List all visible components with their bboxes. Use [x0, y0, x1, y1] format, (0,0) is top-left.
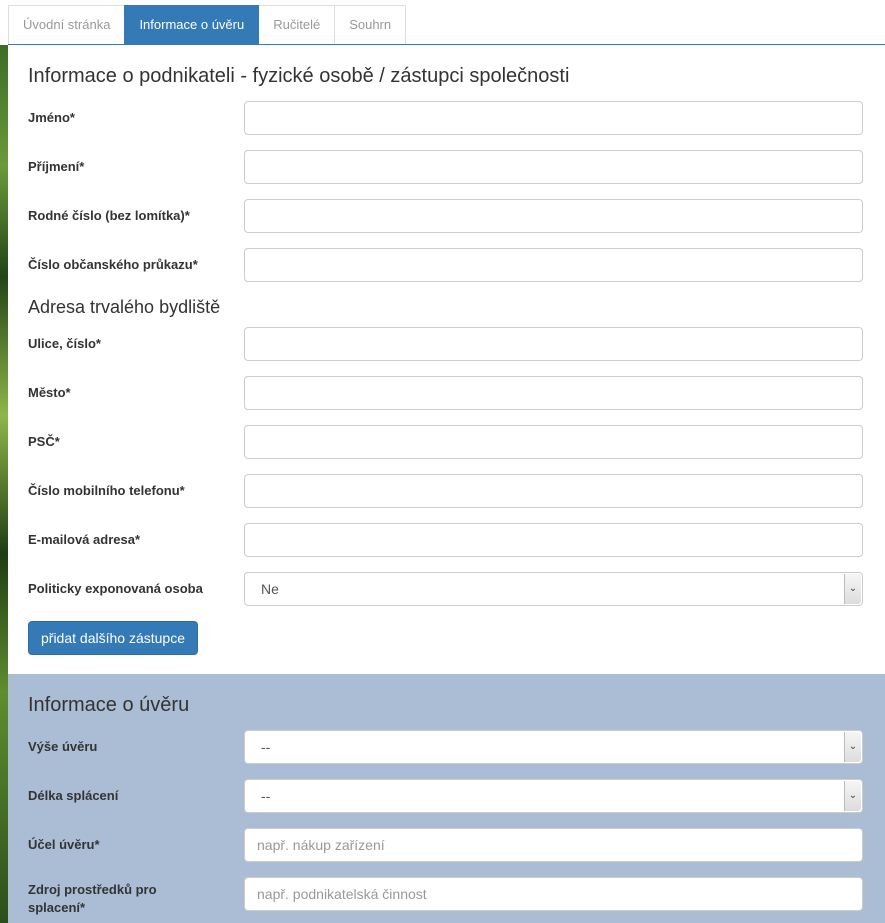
- loan-amount-row: Výše úvěru -- ⌄: [28, 730, 863, 764]
- loan-amount-label: Výše úvěru: [28, 739, 98, 754]
- repayment-source-input[interactable]: [244, 877, 863, 911]
- id-card-label: Číslo občanského průkazu*: [28, 257, 198, 272]
- loan-term-value: --: [261, 788, 271, 804]
- add-representative-button[interactable]: přidat dalšího zástupce: [28, 621, 198, 655]
- chevron-down-icon[interactable]: ⌄: [844, 781, 861, 811]
- first-name-row: Jméno*: [28, 101, 863, 135]
- last-name-label: Příjmení*: [28, 159, 85, 174]
- email-row: E-mailová adresa*: [28, 523, 863, 557]
- id-card-row: Číslo občanského průkazu*: [28, 248, 863, 282]
- birth-number-input[interactable]: [244, 199, 863, 233]
- street-input[interactable]: [244, 327, 863, 361]
- chevron-down-icon[interactable]: ⌄: [844, 732, 861, 762]
- repayment-source-label: Zdroj prostředků pro splacení*: [28, 881, 238, 917]
- mobile-label: Číslo mobilního telefonu*: [28, 483, 185, 498]
- tab-uvodni-stranka[interactable]: Úvodní stránka: [8, 5, 126, 45]
- birth-number-row: Rodné číslo (bez lomítka)*: [28, 199, 863, 233]
- id-card-input[interactable]: [244, 248, 863, 282]
- city-row: Město*: [28, 376, 863, 410]
- zip-input[interactable]: [244, 425, 863, 459]
- loan-purpose-input[interactable]: [244, 828, 863, 862]
- birth-number-label: Rodné číslo (bez lomítka)*: [28, 208, 190, 223]
- pep-label: Politicky exponovaná osoba: [28, 581, 203, 596]
- street-row: Ulice, číslo*: [28, 327, 863, 361]
- mobile-row: Číslo mobilního telefonu*: [28, 474, 863, 508]
- loan-amount-value: --: [261, 739, 271, 755]
- loan-term-row: Délka splácení -- ⌄: [28, 779, 863, 813]
- person-panel: Informace o podnikateli - fyzické osobě …: [8, 44, 885, 674]
- loan-panel: Informace o úvěru Výše úvěru -- ⌄ Délka …: [8, 674, 885, 923]
- pep-select[interactable]: Ne ⌄: [244, 572, 863, 606]
- wizard-tabs: Úvodní stránka Informace o úvěru Ručitel…: [8, 5, 407, 45]
- mobile-input[interactable]: [244, 474, 863, 508]
- repayment-source-label-line2: splacení*: [28, 900, 86, 915]
- email-label: E-mailová adresa*: [28, 532, 141, 547]
- first-name-input[interactable]: [244, 101, 863, 135]
- street-label: Ulice, číslo*: [28, 336, 101, 351]
- loan-amount-select[interactable]: -- ⌄: [244, 730, 863, 764]
- email-input[interactable]: [244, 523, 863, 557]
- pep-row: Politicky exponovaná osoba Ne ⌄: [28, 572, 863, 606]
- loan-term-select[interactable]: -- ⌄: [244, 779, 863, 813]
- loan-section-title: Informace o úvěru: [28, 694, 190, 716]
- tab-souhrn[interactable]: Souhrn: [334, 5, 407, 45]
- repayment-source-label-line1: Zdroj prostředků pro: [28, 882, 157, 897]
- repayment-source-row: Zdroj prostředků pro splacení*: [28, 877, 863, 915]
- person-section-title: Informace o podnikateli - fyzické osobě …: [28, 65, 570, 87]
- pep-select-value: Ne: [261, 581, 279, 597]
- zip-label: PSČ*: [28, 434, 60, 449]
- zip-row: PSČ*: [28, 425, 863, 459]
- city-label: Město*: [28, 385, 71, 400]
- last-name-row: Příjmení*: [28, 150, 863, 184]
- last-name-input[interactable]: [244, 150, 863, 184]
- first-name-label: Jméno*: [28, 110, 75, 125]
- address-section-title: Adresa trvalého bydliště: [28, 297, 221, 317]
- tab-informace-o-uveru[interactable]: Informace o úvěru: [124, 5, 260, 45]
- city-input[interactable]: [244, 376, 863, 410]
- loan-purpose-label: Účel úvěru*: [28, 837, 100, 852]
- loan-term-label: Délka splácení: [28, 788, 119, 803]
- chevron-down-icon[interactable]: ⌄: [844, 574, 861, 604]
- loan-purpose-row: Účel úvěru*: [28, 828, 863, 862]
- tab-rucitele[interactable]: Ručitelé: [258, 5, 336, 45]
